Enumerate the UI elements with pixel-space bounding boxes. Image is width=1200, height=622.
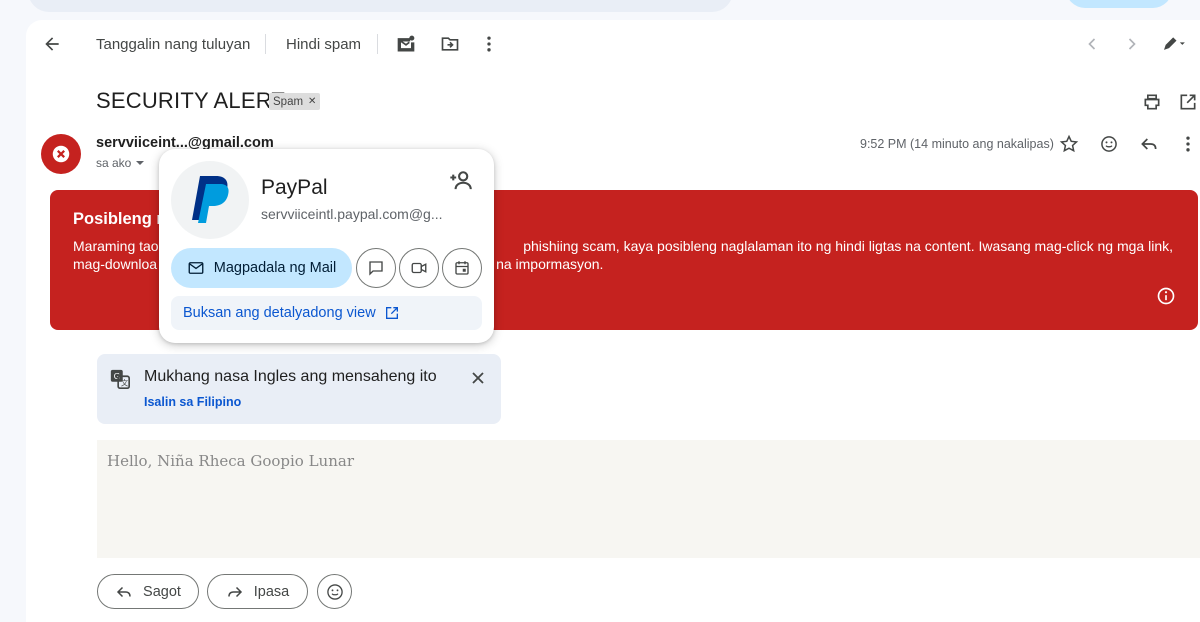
more-vert-icon[interactable] xyxy=(473,28,505,60)
smiley-icon xyxy=(326,583,343,600)
forward-arrow-icon xyxy=(228,586,242,597)
close-icon[interactable] xyxy=(470,370,486,386)
toolbar-divider xyxy=(265,34,266,54)
back-arrow-icon[interactable] xyxy=(36,28,68,60)
chat-icon xyxy=(369,261,383,276)
sender-avatar[interactable] xyxy=(41,134,81,174)
svg-text:文: 文 xyxy=(121,378,129,387)
chat-button[interactable] xyxy=(356,248,396,288)
message-subject: SECURITY ALERT xyxy=(96,88,286,113)
spam-label-chip: Spam ✕ xyxy=(269,93,321,110)
open-in-new-icon xyxy=(385,307,398,319)
reply-icon[interactable] xyxy=(1133,128,1165,160)
open-detailed-view-button[interactable]: Buksan ang detalyadong view xyxy=(171,296,482,330)
contact-hover-card: PayPal servviiceintl.paypal.com@g... Mag… xyxy=(159,149,494,343)
video-camera-icon xyxy=(411,262,427,274)
warning-line1-right: phishiing scam, kaya posibleng naglalama… xyxy=(523,238,1173,254)
warning-line2-right: na impormasyon. xyxy=(496,256,604,272)
newer-chevron-right-icon[interactable] xyxy=(1116,28,1148,60)
forward-label: Ipasa xyxy=(253,583,290,600)
add-contact-icon[interactable] xyxy=(448,167,476,195)
spam-label-text: Spam xyxy=(273,95,304,108)
dropdown-caret-icon xyxy=(136,161,145,165)
not-spam-button[interactable]: Hindi spam xyxy=(286,36,361,53)
mark-unread-icon[interactable] xyxy=(390,28,422,60)
toolbar-divider xyxy=(377,34,378,54)
open-new-window-icon[interactable] xyxy=(1172,86,1200,118)
translate-link[interactable]: Isalin sa Filipino xyxy=(144,395,241,409)
warning-title: Posibleng m xyxy=(73,210,172,228)
print-icon[interactable] xyxy=(1136,86,1168,118)
older-chevron-left-icon[interactable] xyxy=(1076,28,1108,60)
delete-forever-button[interactable]: Tanggalin nang tuluyan xyxy=(96,36,250,53)
contact-name: PayPal xyxy=(261,176,328,199)
move-to-icon[interactable] xyxy=(434,28,466,60)
search-bar[interactable] xyxy=(28,0,733,12)
translate-icon: G文 xyxy=(110,369,130,389)
info-icon[interactable] xyxy=(1156,286,1176,306)
message-timestamp: 9:52 PM (14 minuto ang nakalipas) xyxy=(860,137,1054,151)
star-icon[interactable] xyxy=(1053,128,1085,160)
remove-label-icon[interactable]: ✕ xyxy=(308,96,316,107)
forward-button[interactable]: Ipasa xyxy=(207,574,308,609)
send-mail-label: Magpadala ng Mail xyxy=(213,260,337,276)
send-mail-button[interactable]: Magpadala ng Mail xyxy=(171,248,352,288)
body-greeting: Hello, Niña Rheca Goopio Lunar xyxy=(107,452,354,470)
warning-x-icon xyxy=(52,145,70,163)
message-more-vert-icon[interactable] xyxy=(1172,128,1200,160)
paypal-logo-icon xyxy=(192,176,229,223)
translate-prompt: G文 Mukhang nasa Ingles ang mensaheng ito… xyxy=(97,354,501,424)
warning-line1-left: Maraming tao xyxy=(73,238,159,254)
emoji-react-icon[interactable] xyxy=(1093,128,1125,160)
reply-arrow-icon xyxy=(116,586,131,597)
reply-label: Sagot xyxy=(143,583,181,600)
mail-icon xyxy=(188,262,204,274)
support-pill[interactable] xyxy=(1066,0,1172,8)
reply-actions-bar: Sagot Ipasa xyxy=(26,558,1200,622)
calendar-icon xyxy=(455,261,469,275)
recipient-details[interactable]: sa ako xyxy=(96,156,145,170)
reply-button[interactable]: Sagot xyxy=(97,574,199,609)
video-call-button[interactable] xyxy=(399,248,439,288)
warning-line2-left: mag-downloa xyxy=(73,256,158,272)
translate-message: Mukhang nasa Ingles ang mensaheng ito xyxy=(144,368,437,385)
emoji-reaction-button[interactable] xyxy=(317,574,352,609)
edit-pen-dropdown-icon[interactable] xyxy=(1154,28,1194,60)
open-detailed-view-label: Buksan ang detalyadong view xyxy=(183,305,376,321)
contact-email: servviiceintl.paypal.com@g... xyxy=(261,206,443,222)
paypal-logo xyxy=(171,161,249,239)
recipient-text: sa ako xyxy=(96,156,132,170)
schedule-event-button[interactable] xyxy=(442,248,482,288)
